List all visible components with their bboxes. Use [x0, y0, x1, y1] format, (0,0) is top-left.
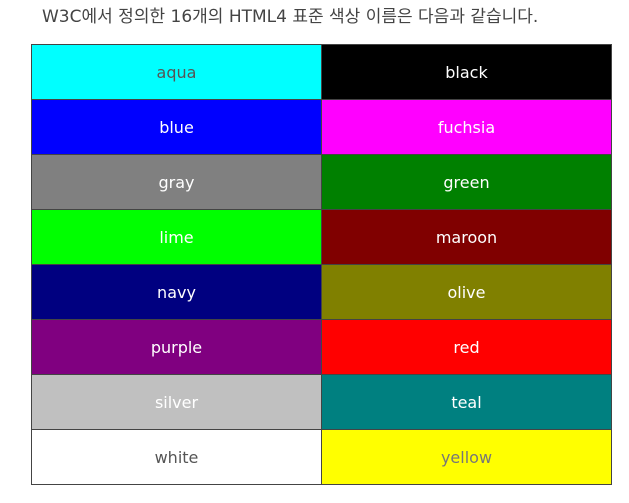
color-cell-olive: olive — [321, 264, 612, 320]
color-cell-fuchsia: fuchsia — [321, 99, 612, 155]
color-cell-yellow: yellow — [321, 429, 612, 485]
table-row: gray green — [31, 154, 612, 210]
color-cell-white: white — [31, 429, 322, 485]
table-row: purple red — [31, 319, 612, 375]
color-cell-red: red — [321, 319, 612, 375]
intro-text: W3C에서 정의한 16개의 HTML4 표준 색상 이름은 다음과 같습니다. — [42, 7, 539, 27]
color-cell-aqua: aqua — [31, 44, 322, 100]
color-cell-black: black — [321, 44, 612, 100]
color-cell-gray: gray — [31, 154, 322, 210]
table-row: aqua black — [31, 44, 612, 100]
color-cell-blue: blue — [31, 99, 322, 155]
color-cell-teal: teal — [321, 374, 612, 430]
color-cell-green: green — [321, 154, 612, 210]
table-row: blue fuchsia — [31, 99, 612, 155]
color-table-body: aqua black blue fuchsia gray green lime maroon n… — [31, 44, 612, 485]
color-cell-lime: lime — [31, 209, 322, 265]
color-cell-navy: navy — [31, 264, 322, 320]
color-cell-maroon: maroon — [321, 209, 612, 265]
color-name-table: aqua black blue fuchsia gray green lime maroon n… — [31, 44, 612, 485]
table-row: white yellow — [31, 429, 612, 485]
table-row: lime maroon — [31, 209, 612, 265]
color-cell-silver: silver — [31, 374, 322, 430]
table-row: navy olive — [31, 264, 612, 320]
table-row: silver teal — [31, 374, 612, 430]
color-cell-purple: purple — [31, 319, 322, 375]
